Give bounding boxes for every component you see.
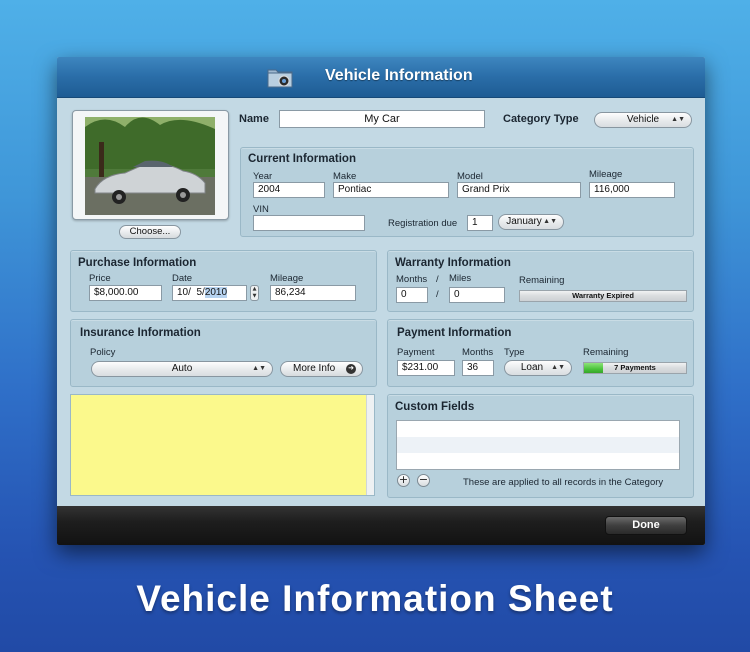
vin-field[interactable] <box>253 215 365 231</box>
price-field[interactable]: $8,000.00 <box>89 285 162 301</box>
notes-scrollbar[interactable] <box>366 395 374 495</box>
make-field[interactable]: Pontiac <box>333 182 449 198</box>
current-mileage-field[interactable]: 116,000 <box>589 182 675 198</box>
payment-info-panel: Payment Information Payment $231.00 Mont… <box>387 319 694 387</box>
caption-heading: Vehicle Information Sheet <box>136 578 614 619</box>
date-year-selected: 2010 <box>204 287 228 298</box>
payment-type-label: Type <box>504 347 525 358</box>
more-info-label: More Info <box>293 363 336 374</box>
popup-arrows-icon: ▲▼ <box>252 365 266 372</box>
payment-type-popup[interactable]: Loan ▲▼ <box>504 360 572 376</box>
done-button[interactable]: Done <box>605 516 687 535</box>
vehicle-info-window: Vehicle Information Choose... Name My Ca… <box>57 57 705 545</box>
payment-months-label: Months <box>462 347 494 358</box>
payment-remaining-text: 7 Payments <box>614 363 656 372</box>
warranty-status-text: Warranty Expired <box>572 291 634 300</box>
custom-fields-title: Custom Fields <box>395 401 475 413</box>
warranty-remaining-label: Remaining <box>519 275 565 286</box>
payment-type-value: Loan <box>520 362 544 373</box>
custom-fields-panel: Custom Fields + − These are applied to a… <box>387 394 694 498</box>
insurance-info-panel: Insurance Information Policy Auto ▲▼ Mor… <box>70 319 377 387</box>
window-title: Vehicle Information <box>325 67 473 84</box>
vehicle-photo <box>85 117 215 215</box>
warranty-remaining-bar: Warranty Expired <box>519 290 687 302</box>
price-label: Price <box>89 273 111 284</box>
purchase-info-panel: Purchase Information Price $8,000.00 Dat… <box>70 250 377 312</box>
category-type-label: Category Type <box>503 113 579 125</box>
date-label: Date <box>172 273 193 284</box>
date-stepper[interactable]: ▲ ▼ <box>250 285 259 301</box>
warranty-miles-field[interactable]: 0 <box>449 287 505 303</box>
photo-well[interactable] <box>72 110 229 220</box>
registration-month-value: January <box>506 216 542 227</box>
sheet-content: Choose... Name My Car Category Type Vehi… <box>57 98 705 506</box>
payment-amount-field[interactable]: $231.00 <box>397 360 455 376</box>
purchase-mileage-field[interactable]: 86,234 <box>270 285 356 301</box>
bottom-bar: Done <box>57 506 705 545</box>
add-field-button[interactable]: + <box>397 474 410 487</box>
warranty-info-title: Warranty Information <box>395 257 511 269</box>
popup-arrows-icon: ▲▼ <box>551 364 565 371</box>
date-month-day: 10/ 5/ <box>177 287 205 298</box>
model-label: Model <box>457 171 483 182</box>
minus-icon: − <box>418 473 429 486</box>
folder-camera-icon <box>267 69 293 88</box>
policy-label: Policy <box>90 347 116 358</box>
custom-fields-list[interactable] <box>396 420 680 470</box>
vin-label: VIN <box>253 204 269 215</box>
current-info-title: Current Information <box>248 153 356 165</box>
registration-due-label: Registration due <box>388 218 458 229</box>
warranty-slash: / <box>436 289 439 300</box>
make-label: Make <box>333 171 357 182</box>
name-label: Name <box>239 113 269 125</box>
purchase-mileage-label: Mileage <box>270 273 304 284</box>
custom-fields-note: These are applied to all records in the … <box>463 477 664 488</box>
notes-text-area[interactable] <box>71 395 367 495</box>
purchase-date-field[interactable]: 10/ 5/2010 <box>172 285 247 301</box>
warranty-miles-label: Miles <box>449 273 472 284</box>
current-info-panel: Current Information Year 2004 Make Ponti… <box>240 147 694 237</box>
choose-photo-button[interactable]: Choose... <box>119 225 181 239</box>
warranty-months-field[interactable]: 0 <box>396 287 428 303</box>
plus-icon: + <box>398 473 409 486</box>
year-label: Year <box>253 171 273 182</box>
insurance-info-title: Insurance Information <box>80 327 201 339</box>
remove-field-button[interactable]: − <box>417 474 430 487</box>
payment-progress-fill <box>584 363 604 373</box>
registration-day-field[interactable]: 1 <box>467 215 493 231</box>
notes-area[interactable] <box>70 394 375 496</box>
policy-value: Auto <box>171 363 193 374</box>
list-row-stripe <box>397 437 679 453</box>
name-field[interactable]: My Car <box>279 110 485 128</box>
model-field[interactable]: Grand Prix <box>457 182 581 198</box>
payment-remaining-label: Remaining <box>583 347 629 358</box>
payment-amount-label: Payment <box>397 347 435 358</box>
purchase-info-title: Purchase Information <box>78 257 197 269</box>
payment-remaining-bar: 7 Payments <box>583 362 687 374</box>
registration-month-popup[interactable]: January ▲▼ <box>498 214 564 230</box>
payment-info-title: Payment Information <box>397 327 512 339</box>
category-type-value: Vehicle <box>626 114 660 125</box>
year-field[interactable]: 2004 <box>253 182 325 198</box>
category-type-popup[interactable]: Vehicle ▲▼ <box>594 112 692 128</box>
mileage-label: Mileage <box>589 169 623 180</box>
more-info-button[interactable]: More Info ➜ <box>280 361 363 377</box>
warranty-slash-top: / <box>436 274 439 285</box>
arrow-right-circle-icon: ➜ <box>346 364 356 374</box>
title-bar: Vehicle Information <box>57 57 705 98</box>
warranty-info-panel: Warranty Information Months / Miles 0 / … <box>387 250 694 312</box>
policy-popup[interactable]: Auto ▲▼ <box>91 361 273 377</box>
popup-arrows-icon: ▲▼ <box>543 218 557 225</box>
warranty-months-label: Months <box>396 274 428 285</box>
popup-arrows-icon: ▲▼ <box>671 116 685 123</box>
payment-months-field[interactable]: 36 <box>462 360 494 376</box>
